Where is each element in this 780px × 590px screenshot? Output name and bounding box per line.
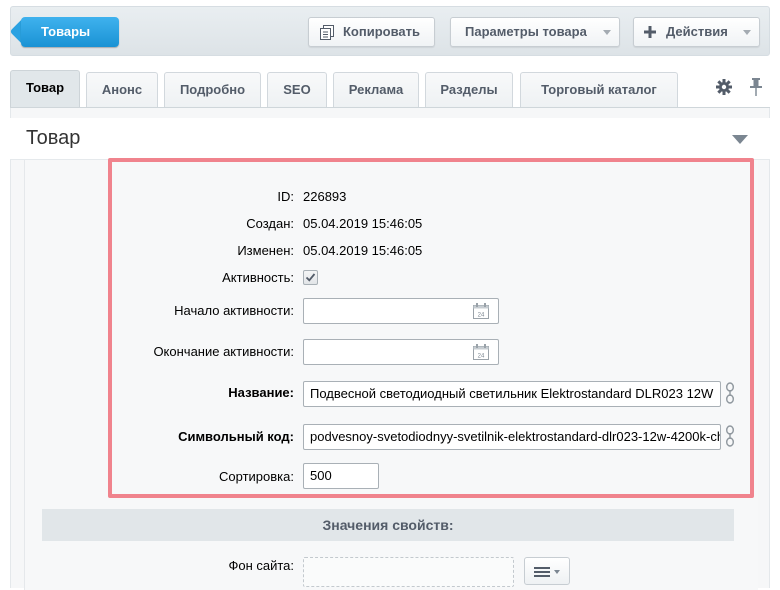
active-checkbox[interactable] [303, 270, 318, 285]
created-label: Создан: [246, 216, 294, 231]
product-params-label: Параметры товара [465, 24, 587, 39]
tab-seo[interactable]: SEO [267, 72, 327, 108]
site-background-label: Фон сайта: [228, 558, 294, 573]
calendar-icon[interactable]: 24 [473, 303, 489, 319]
id-label: ID: [277, 189, 294, 204]
active-to-label: Окончание активности: [153, 344, 294, 359]
name-label: Название: [228, 385, 294, 400]
collapse-icon[interactable] [732, 135, 748, 144]
active-label: Активность: [222, 270, 294, 285]
tab-trade-catalog[interactable]: Торговый каталог [520, 72, 678, 108]
calendar-icon[interactable]: 24 [473, 344, 489, 360]
code-input[interactable]: podvesnoy-svetodiodnyy-svetilnik-elektro… [303, 424, 721, 450]
link-chain-icon[interactable] [725, 382, 735, 404]
active-from-label: Начало активности: [174, 303, 294, 318]
link-chain-icon[interactable] [725, 425, 735, 447]
site-background-dropzone[interactable] [303, 557, 514, 587]
back-to-products-button[interactable]: Товары [21, 17, 119, 47]
panel-header: Товар [10, 118, 770, 160]
gear-icon[interactable] [716, 79, 732, 95]
tab-advertising[interactable]: Реклама [333, 72, 419, 108]
actions-button[interactable]: Действия [633, 17, 760, 47]
modified-label: Изменен: [237, 243, 294, 258]
copy-button[interactable]: Копировать [308, 17, 435, 47]
tab-announce[interactable]: Анонс [86, 72, 158, 108]
copy-button-label: Копировать [343, 24, 421, 39]
active-from-input[interactable] [303, 298, 499, 324]
properties-section-header: Значения свойств: [42, 509, 734, 541]
chevron-down-icon [743, 30, 751, 35]
sort-input[interactable]: 500 [303, 463, 379, 489]
created-value: 05.04.2019 15:46:05 [303, 216, 423, 231]
check-icon [305, 273, 316, 282]
top-toolbar: Товары Копировать Параметры товара Дейст… [10, 6, 770, 56]
chevron-down-icon [603, 30, 611, 35]
product-params-button[interactable]: Параметры товара [450, 17, 620, 47]
svg-text:24: 24 [478, 313, 485, 319]
site-background-menu-button[interactable] [524, 557, 570, 585]
tab-product[interactable]: Товар [10, 70, 80, 108]
tab-details[interactable]: Подробно [164, 72, 261, 108]
active-to-input[interactable] [303, 339, 499, 365]
sort-label: Сортировка: [219, 469, 294, 484]
id-value: 226893 [303, 189, 347, 204]
copy-icon [320, 25, 334, 40]
actions-button-label: Действия [666, 24, 728, 39]
pin-icon[interactable] [749, 78, 763, 96]
panel-title: Товар [26, 127, 81, 149]
plus-icon [644, 26, 656, 38]
code-label: Символьный код: [178, 429, 294, 444]
modified-value: 05.04.2019 15:46:05 [303, 243, 423, 258]
svg-text:24: 24 [478, 354, 485, 360]
tab-sections[interactable]: Разделы [425, 72, 513, 108]
tab-bar: Товар Анонс Подробно SEO Реклама Разделы… [10, 70, 770, 108]
name-input[interactable]: Подвесной светодиодный светильник Elektr… [303, 381, 721, 407]
menu-icon [534, 567, 560, 577]
